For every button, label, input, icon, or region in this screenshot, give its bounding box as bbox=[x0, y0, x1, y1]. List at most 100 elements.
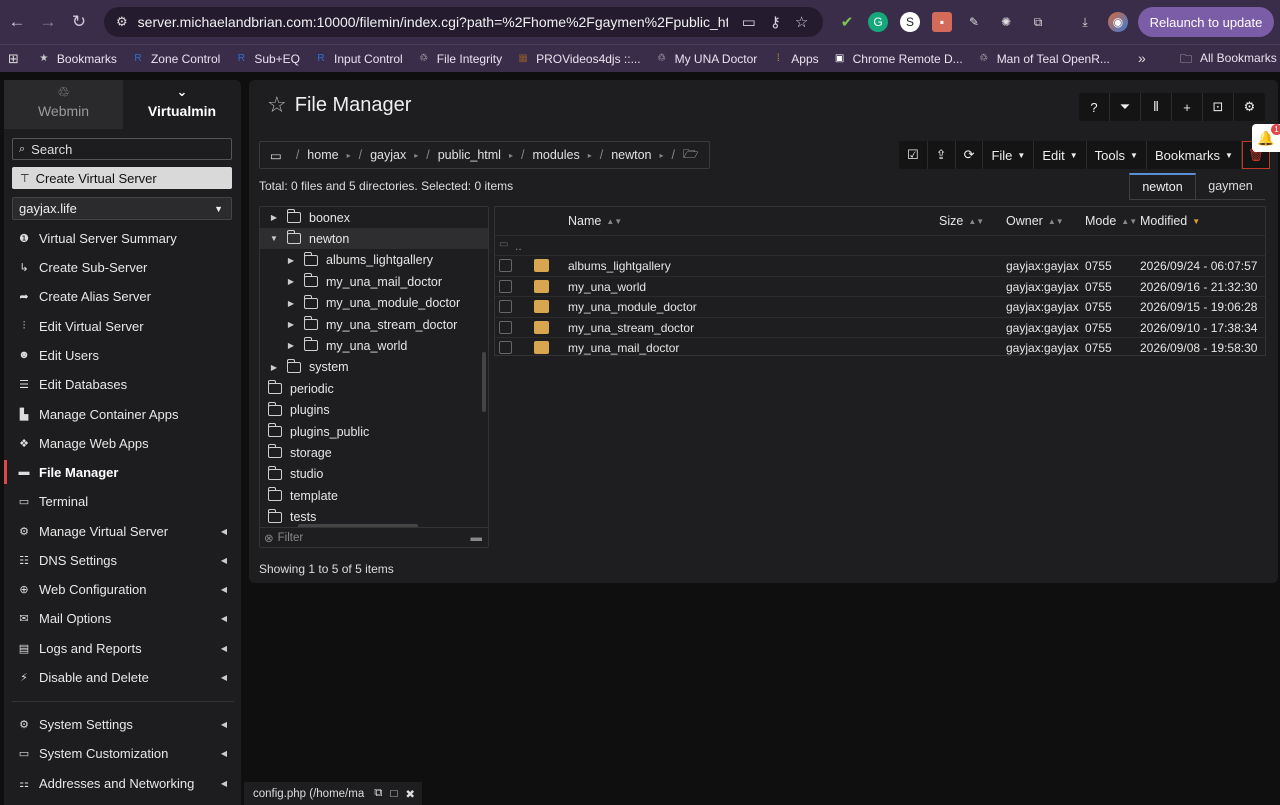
file-name[interactable]: albums_lightgallery bbox=[568, 259, 671, 273]
row-checkbox[interactable] bbox=[499, 320, 512, 334]
row-checkbox[interactable] bbox=[499, 279, 512, 293]
bookmark-link[interactable]: R Input Control bbox=[314, 52, 402, 66]
apps-grid-icon[interactable]: ⊞ bbox=[8, 51, 19, 67]
sidebar-item[interactable]: ▬ File Manager bbox=[4, 458, 241, 486]
column-size[interactable]: Size ▲▼ bbox=[939, 207, 984, 235]
tree-node[interactable]: ▶ boonex bbox=[268, 207, 350, 228]
forward-icon[interactable]: → bbox=[33, 7, 63, 37]
open-folder-icon[interactable]: 🗁 bbox=[683, 145, 699, 166]
sidebar-item[interactable]: ❖ Manage Web Apps bbox=[4, 429, 241, 457]
tab-gaymen[interactable]: gaymen bbox=[1196, 173, 1265, 200]
caret-right-icon[interactable]: ▶ bbox=[285, 256, 297, 265]
bookmarks-menu[interactable]: Bookmarks ▼ bbox=[1147, 141, 1242, 169]
minimized-editor-tab[interactable]: config.php (/home/ma ⧉ □ ✖ bbox=[244, 782, 422, 805]
table-row[interactable]: albums_lightgallery gayjax:gayjax 0755 2026… bbox=[495, 255, 1265, 275]
file-name[interactable]: my_una_mail_doctor bbox=[568, 341, 679, 355]
sidebar-item[interactable]: ⚙ Manage Virtual Server ◀ bbox=[4, 517, 241, 545]
bookmark-link[interactable]: ♲ Man of Teal OpenR... bbox=[977, 52, 1110, 66]
key-icon[interactable]: ⚷ bbox=[770, 13, 781, 31]
tree-node[interactable]: ▶ my_una_mail_doctor bbox=[285, 271, 442, 292]
bookmark-star-icon[interactable]: ☆ bbox=[795, 13, 808, 31]
breadcrumb-modules[interactable]: modules bbox=[532, 148, 579, 162]
caret-right-icon[interactable]: ▶ bbox=[285, 277, 297, 286]
site-settings-icon[interactable]: ⚙ bbox=[116, 14, 128, 30]
sidebar-item[interactable]: ▭ Terminal bbox=[4, 487, 241, 515]
sidebar-item[interactable]: ⚡ Disable and Delete ◀ bbox=[4, 663, 241, 691]
breadcrumb-public-html[interactable]: public_html bbox=[438, 148, 501, 162]
tab-virtualmin[interactable]: ⌄ Virtualmin bbox=[123, 80, 241, 129]
table-row[interactable]: my_una_stream_doctor gayjax:gayjax 0755 202… bbox=[495, 316, 1265, 337]
columns-icon[interactable]: ⦀ bbox=[1141, 93, 1172, 121]
sidebar-item[interactable]: ⫶ Edit Virtual Server bbox=[4, 312, 241, 340]
column-owner[interactable]: Owner ▲▼ bbox=[1006, 207, 1064, 235]
column-mode[interactable]: Mode ▲▼ bbox=[1085, 207, 1137, 235]
folder-filter-icon[interactable]: ▬ bbox=[471, 532, 483, 544]
check-extension-icon[interactable]: ✔ bbox=[837, 12, 857, 32]
tree-node[interactable]: ▶ my_una_stream_doctor bbox=[285, 314, 457, 335]
download-icon[interactable]: ⤓ bbox=[1075, 12, 1095, 32]
openai-icon[interactable]: ✺ bbox=[996, 12, 1016, 32]
refresh-icon[interactable]: ⟳ bbox=[956, 141, 984, 169]
help-icon[interactable]: ? bbox=[1079, 93, 1110, 121]
row-checkbox[interactable] bbox=[499, 341, 512, 354]
tree-node[interactable]: ▶ my_una_world bbox=[285, 335, 407, 356]
row-checkbox[interactable] bbox=[499, 300, 512, 313]
sidebar-item[interactable]: ☷ DNS Settings ◀ bbox=[4, 546, 241, 574]
sidebar-item[interactable]: ❶ Virtual Server Summary bbox=[4, 224, 241, 252]
back-icon[interactable]: ← bbox=[2, 7, 32, 37]
restore-window-icon[interactable]: ⧉ bbox=[374, 787, 382, 800]
tree-node[interactable]: plugins bbox=[268, 400, 330, 421]
puzzle-icon[interactable]: ⧉ bbox=[1028, 12, 1048, 32]
address-bar[interactable]: ⚙ server.michaelandbrian.com:10000/filem… bbox=[104, 7, 823, 37]
pen-extension-icon[interactable]: ✎ bbox=[964, 12, 984, 32]
more-bookmarks-chevron[interactable]: » bbox=[1138, 50, 1146, 66]
bookmark-link[interactable]: ▣ Chrome Remote D... bbox=[833, 52, 963, 66]
tab-newton[interactable]: newton bbox=[1129, 173, 1196, 200]
tree-vertical-scrollbar[interactable] bbox=[482, 352, 486, 412]
clear-filter-icon[interactable]: ⊗ bbox=[264, 531, 274, 545]
cast-icon[interactable]: ▭ bbox=[742, 13, 756, 31]
edit-menu[interactable]: Edit ▼ bbox=[1034, 141, 1087, 169]
breadcrumb-gayjax[interactable]: gayjax bbox=[370, 148, 406, 162]
settings-gear-icon[interactable]: ⚙ bbox=[1234, 93, 1265, 121]
caret-right-icon[interactable]: ▶ bbox=[285, 299, 297, 308]
sidebar-item[interactable]: ⚏ Addresses and Networking ◀ bbox=[4, 769, 241, 797]
maximize-window-icon[interactable]: □ bbox=[390, 788, 397, 800]
bookmark-link[interactable]: ▦ PROVideos4djs ::... bbox=[516, 52, 640, 66]
sidebar-item[interactable]: ↳ Create Sub-Server bbox=[4, 253, 241, 281]
tree-node[interactable]: plugins_public bbox=[268, 421, 369, 442]
tree-node[interactable]: template bbox=[268, 485, 338, 506]
tab-webmin[interactable]: ♲ Webmin bbox=[4, 80, 123, 129]
terminal-icon[interactable]: ⊡ bbox=[1203, 93, 1234, 121]
all-bookmarks-folder-icon[interactable]: 🗀 bbox=[1180, 50, 1192, 71]
file-menu[interactable]: File ▼ bbox=[983, 141, 1035, 169]
tree-node[interactable]: ▼ newton bbox=[260, 228, 488, 250]
filter-icon[interactable]: ⏷ bbox=[1110, 93, 1141, 121]
caret-right-icon[interactable]: ▶ bbox=[285, 341, 297, 350]
sidebar-item[interactable]: ▭ System Customization ◀ bbox=[4, 739, 241, 767]
domain-select[interactable]: gayjax.life ▼ bbox=[12, 197, 232, 220]
breadcrumb-home[interactable]: home bbox=[307, 148, 338, 162]
sidebar-item[interactable]: ☰ Edit Databases bbox=[4, 370, 241, 398]
table-row[interactable]: my_una_mail_doctor gayjax:gayjax 0755 2026/… bbox=[495, 337, 1265, 357]
file-name[interactable]: my_una_module_doctor bbox=[568, 300, 697, 314]
caret-right-icon[interactable]: ▶ bbox=[268, 363, 280, 372]
column-modified[interactable]: Modified ▼ bbox=[1140, 207, 1200, 235]
tree-node[interactable]: periodic bbox=[268, 378, 334, 399]
profile-avatar-icon[interactable]: ◉ bbox=[1108, 12, 1128, 32]
tools-menu[interactable]: Tools ▼ bbox=[1087, 141, 1147, 169]
file-name[interactable]: my_una_stream_doctor bbox=[568, 321, 694, 335]
bookmark-link[interactable]: R Zone Control bbox=[131, 52, 220, 66]
breadcrumb-newton[interactable]: newton bbox=[611, 148, 651, 162]
grammarly-icon[interactable]: G bbox=[868, 12, 888, 32]
sidebar-search[interactable]: ⌕ Search bbox=[12, 138, 232, 160]
tree-filter-input[interactable]: ⊗ Filter ▬ bbox=[260, 527, 488, 547]
file-name[interactable]: my_una_world bbox=[568, 280, 646, 294]
table-row[interactable]: my_una_module_doctor gayjax:gayjax 0755 202… bbox=[495, 296, 1265, 316]
sidebar-item[interactable]: ▙ Manage Container Apps bbox=[4, 400, 241, 428]
sidebar-item[interactable]: ☻ Edit Users bbox=[4, 341, 241, 369]
column-name[interactable]: Name ▲▼ bbox=[568, 207, 622, 235]
tree-node[interactable]: ▶ albums_lightgallery bbox=[285, 250, 433, 271]
all-bookmarks-link[interactable]: All Bookmarks bbox=[1200, 51, 1277, 65]
parent-directory-row[interactable]: ▭ .. bbox=[495, 235, 1265, 255]
